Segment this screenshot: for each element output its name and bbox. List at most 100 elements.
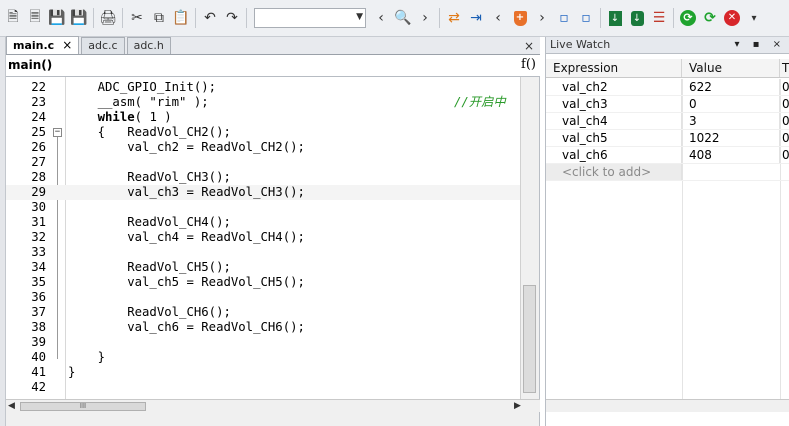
code-line[interactable]: 40 } <box>6 350 520 365</box>
tab-label: adc.h <box>133 39 164 52</box>
code-line[interactable]: 28 ReadVol_CH3(); <box>6 170 520 185</box>
next-bookmark-icon[interactable]: ▫ <box>575 7 597 29</box>
line-number: 31 <box>31 215 46 229</box>
reset-icon[interactable]: ⟳ <box>699 7 721 29</box>
close-icon[interactable]: × <box>62 38 72 53</box>
scroll-left-icon[interactable]: ◀ <box>8 401 15 411</box>
tab-main-c[interactable]: main.c × <box>6 36 80 54</box>
column-header-value[interactable]: Value <box>682 59 780 77</box>
code-line[interactable]: 31 ReadVol_CH4(); <box>6 215 520 230</box>
line-number: 30 <box>31 200 46 214</box>
toolbar-overflow-icon[interactable]: ▾ <box>743 7 765 29</box>
add-expression-field[interactable]: <click to add> <box>546 164 682 180</box>
undo-icon[interactable]: ↶ <box>199 7 221 29</box>
watch-row[interactable]: val_ch3 0 0 <box>546 96 789 113</box>
watch-expression[interactable]: val_ch6 <box>546 147 682 163</box>
watch-row[interactable]: val_ch6 408 0 <box>546 147 789 164</box>
code-line[interactable]: 42 <box>6 380 520 395</box>
scroll-thumb[interactable] <box>523 285 536 393</box>
code-line[interactable]: 35 val_ch5 = ReadVol_CH5(); <box>6 275 520 290</box>
stop-icon[interactable]: ✕ <box>721 7 743 29</box>
code-line[interactable]: 23 __asm( "rim" ); //开启中 <box>6 95 520 110</box>
save-all-icon[interactable]: 💾 <box>68 7 90 29</box>
watch-expression[interactable]: val_ch5 <box>546 130 682 146</box>
copy-icon[interactable]: ⧉ <box>148 7 170 29</box>
close-all-icon[interactable]: × <box>524 38 534 54</box>
function-icon[interactable]: f() <box>521 57 536 72</box>
code-line[interactable]: 33 <box>6 245 520 260</box>
column-header-type[interactable]: T <box>780 59 789 77</box>
download-icon[interactable]: ↓ <box>604 7 626 29</box>
paste-icon[interactable]: 📋 <box>170 7 192 29</box>
code-editor[interactable]: 22 ADC_GPIO_Init(); 23 __asm( "rim" );//开… <box>6 77 520 399</box>
tab-adc-c[interactable]: adc.c <box>81 37 125 54</box>
code-line[interactable]: 24 while( 1 ) <box>6 110 520 125</box>
redo-icon[interactable]: ↷ <box>221 7 243 29</box>
watch-value[interactable]: 3 <box>682 113 780 129</box>
code-line[interactable]: 29 val_ch3 = ReadVol_CH3(); <box>6 185 520 200</box>
line-number: 42 <box>31 380 46 394</box>
horizontal-scrollbar[interactable]: ◀ III ▶ <box>6 399 540 412</box>
code-keyword: while <box>97 110 135 124</box>
code-line[interactable]: 30 <box>6 200 520 215</box>
code-line[interactable]: 27 <box>6 155 520 170</box>
code-line[interactable]: 22 ADC_GPIO_Init(); <box>6 80 520 95</box>
watch-type[interactable]: 0 <box>780 130 789 146</box>
config-icon[interactable]: ☰ <box>648 7 670 29</box>
prev-bookmark-icon[interactable]: ▫ <box>553 7 575 29</box>
column-header-expression[interactable]: Expression <box>546 59 682 77</box>
vertical-scrollbar[interactable] <box>520 77 538 399</box>
code-line[interactable]: 34 ReadVol_CH5(); <box>6 260 520 275</box>
print-icon[interactable]: 🖨 <box>97 7 119 29</box>
find-prev-icon[interactable]: ‹ <box>370 7 392 29</box>
code-line[interactable]: 26 val_ch2 = ReadVol_CH2(); <box>6 140 520 155</box>
chevron-down-icon[interactable]: ▼ <box>356 12 363 22</box>
code-line[interactable]: 41} <box>6 365 520 380</box>
nav-back-icon[interactable]: ‹ <box>487 7 509 29</box>
new-file-icon[interactable]: 🗏 <box>24 7 46 29</box>
code-line[interactable]: 37 ReadVol_CH6(); <box>6 305 520 320</box>
pane-controls[interactable]: ▾ ▪ × <box>734 37 786 53</box>
search-combo[interactable]: ▼ <box>254 8 366 28</box>
function-navigator[interactable]: main() f() <box>6 55 540 77</box>
code-line[interactable]: 36 <box>6 290 520 305</box>
code-line[interactable]: 39 <box>6 335 520 350</box>
watch-type[interactable]: 0 <box>780 147 789 163</box>
watch-expression[interactable]: val_ch2 <box>546 79 682 95</box>
save-icon[interactable]: 💾 <box>46 7 68 29</box>
watch-row[interactable]: val_ch5 1022 0 <box>546 130 789 147</box>
find-next-icon[interactable]: › <box>414 7 436 29</box>
watch-type[interactable]: 0 <box>780 79 789 95</box>
code-line[interactable]: 25− { ReadVol_CH2(); <box>6 125 520 140</box>
code-text: ReadVol_CH6(); <box>68 305 231 319</box>
watch-horizontal-scrollbar[interactable] <box>546 399 789 412</box>
watch-row[interactable]: val_ch2 622 0 <box>546 79 789 96</box>
run-icon[interactable]: ⟳ <box>677 7 699 29</box>
watch-value[interactable]: 622 <box>682 79 780 95</box>
fold-toggle-icon[interactable]: − <box>53 128 62 137</box>
watch-value[interactable]: 1022 <box>682 130 780 146</box>
watch-type[interactable]: 0 <box>780 113 789 129</box>
watch-type[interactable]: 0 <box>780 96 789 112</box>
watch-row[interactable]: val_ch4 3 0 <box>546 113 789 130</box>
nav-forward-icon[interactable]: › <box>531 7 553 29</box>
find-icon[interactable]: 🔍 <box>392 7 414 29</box>
download-alt-icon[interactable]: ↓ <box>626 7 648 29</box>
scroll-right-icon[interactable]: ▶ <box>514 401 521 411</box>
scroll-thumb[interactable]: III <box>20 402 146 411</box>
cut-icon[interactable]: ✂ <box>126 7 148 29</box>
watch-add-row[interactable]: <click to add> <box>546 164 789 181</box>
go-to-line-icon[interactable]: ⇥ <box>465 7 487 29</box>
watch-expression[interactable]: val_ch3 <box>546 96 682 112</box>
watch-value[interactable]: 408 <box>682 147 780 163</box>
tab-adc-h[interactable]: adc.h <box>126 37 171 54</box>
code-line[interactable]: 32 val_ch4 = ReadVol_CH4(); <box>6 230 520 245</box>
watch-expression[interactable]: val_ch4 <box>546 113 682 129</box>
new-file-icon[interactable]: 🗎 <box>2 7 24 29</box>
watch-header: Expression Value T <box>546 59 789 78</box>
bookmark-icon[interactable]: + <box>509 7 531 29</box>
swap-arrows-icon[interactable]: ⇄ <box>443 7 465 29</box>
watch-value[interactable]: 0 <box>682 96 780 112</box>
code-line[interactable]: 38 val_ch6 = ReadVol_CH6(); <box>6 320 520 335</box>
